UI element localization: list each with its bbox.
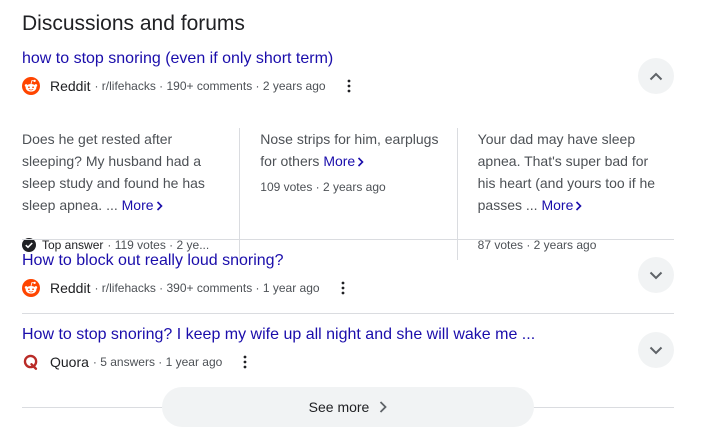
result-details: · 5 answers · 1 year ago bbox=[92, 355, 223, 369]
result-title-link[interactable]: How to stop snoring? I keep my wife up a… bbox=[22, 326, 674, 344]
snippet-text: Your dad may have sleep apnea. That's su… bbox=[477, 131, 656, 213]
more-options-icon[interactable] bbox=[342, 77, 356, 95]
result-details: · r/lifehacks · 390+ comments · 1 year a… bbox=[94, 281, 320, 295]
source-name[interactable]: Reddit bbox=[50, 78, 90, 94]
snippet-card[interactable]: Nose strips for him, earplugs for others… bbox=[239, 128, 456, 260]
more-link[interactable]: More bbox=[541, 197, 582, 213]
snippet-row: Does he get rested after sleeping? My hu… bbox=[22, 128, 674, 260]
result-meta: Quora · 5 answers · 1 year ago bbox=[22, 352, 674, 372]
snippet-meta: 87 votes · 2 years ago bbox=[477, 238, 597, 252]
snippet-card[interactable]: Does he get rested after sleeping? My hu… bbox=[22, 128, 239, 260]
chevron-right-icon bbox=[358, 157, 364, 167]
expand-button[interactable] bbox=[638, 332, 674, 368]
result-item: how to stop snoring (even if only short … bbox=[22, 50, 674, 260]
result-details: · r/lifehacks · 190+ comments · 2 years … bbox=[94, 79, 326, 93]
chevron-down-icon bbox=[649, 271, 663, 279]
chevron-down-icon bbox=[649, 346, 663, 354]
snippet-text: Does he get rested after sleeping? My hu… bbox=[22, 131, 205, 213]
chevron-right-icon bbox=[576, 201, 582, 211]
more-options-icon[interactable] bbox=[238, 353, 252, 371]
more-link[interactable]: More bbox=[323, 153, 364, 169]
section-title: Discussions and forums bbox=[22, 12, 245, 35]
see-more-label: See more bbox=[308, 399, 370, 415]
snippet-meta: Top answer · 119 votes · 2 ye... bbox=[22, 238, 222, 252]
result-item: How to block out really loud snoring? Re… bbox=[22, 252, 674, 308]
chevron-up-icon bbox=[649, 72, 663, 80]
top-answer-badge: Top answer bbox=[42, 238, 104, 252]
snippet-card[interactable]: Your dad may have sleep apnea. That's su… bbox=[456, 128, 674, 260]
result-title-link[interactable]: How to block out really loud snoring? bbox=[22, 252, 674, 270]
expand-button[interactable] bbox=[638, 257, 674, 293]
collapse-button[interactable] bbox=[638, 58, 674, 94]
divider bbox=[22, 313, 674, 314]
quora-icon bbox=[23, 354, 38, 370]
divider bbox=[22, 239, 674, 240]
more-link[interactable]: More bbox=[122, 197, 163, 213]
result-title-link[interactable]: how to stop snoring (even if only short … bbox=[22, 50, 674, 68]
source-name[interactable]: Quora bbox=[50, 354, 89, 370]
result-meta: Reddit · r/lifehacks · 390+ comments · 1… bbox=[22, 278, 674, 298]
chevron-right-icon bbox=[156, 201, 163, 211]
chevron-right-icon bbox=[380, 401, 388, 413]
result-meta: Reddit · r/lifehacks · 190+ comments · 2… bbox=[22, 76, 674, 96]
reddit-icon bbox=[22, 279, 40, 297]
source-name[interactable]: Reddit bbox=[50, 280, 90, 296]
snippet-meta: 109 votes · 2 years ago bbox=[260, 180, 386, 194]
see-more-button[interactable]: See more bbox=[162, 387, 534, 427]
reddit-icon bbox=[22, 77, 40, 95]
more-options-icon[interactable] bbox=[336, 279, 350, 297]
result-item: How to stop snoring? I keep my wife up a… bbox=[22, 326, 674, 382]
check-circle-icon bbox=[22, 238, 36, 252]
snippet-text: Nose strips for him, earplugs for others… bbox=[260, 131, 439, 169]
